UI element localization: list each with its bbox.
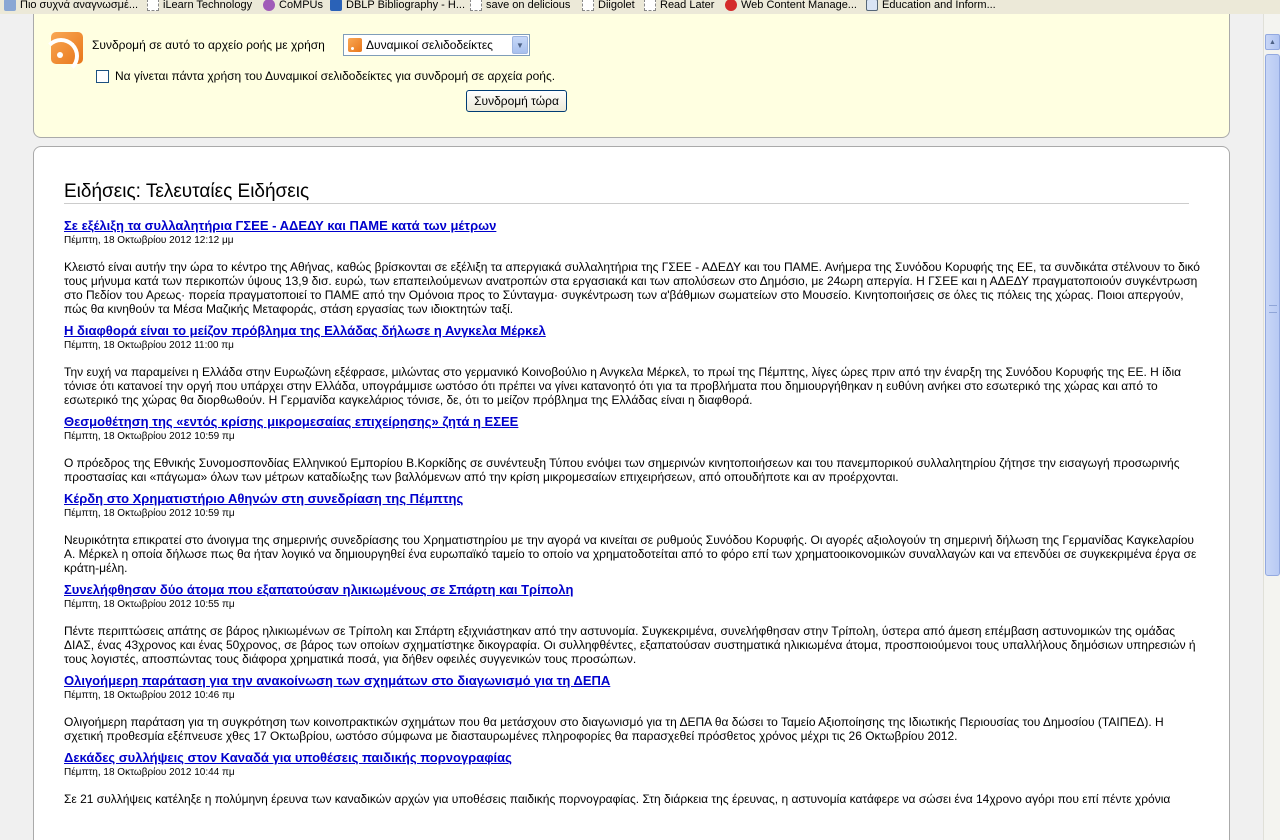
vertical-scrollbar[interactable]: ▲ xyxy=(1263,14,1280,840)
subscribe-label: Συνδρομή σε αυτό το αρχείο ροής με χρήση xyxy=(92,38,325,52)
feed-entry: Συνελήφθησαν δύο άτομα που εξαπατούσαν η… xyxy=(64,582,1204,666)
entry-title-link[interactable]: Δεκάδες συλλήψεις στον Καναδά για υποθέσ… xyxy=(64,750,1204,766)
entry-date: Πέμπτη, 18 Οκτωβρίου 2012 10:44 πμ xyxy=(64,767,235,778)
feed-content: Ειδήσεις: Τελευταίες Ειδήσεις Σε εξέλιξη… xyxy=(33,146,1230,840)
page-icon xyxy=(644,0,656,11)
bookmark-label: Web Content Manage... xyxy=(741,0,857,11)
entry-body: Πέντε περιπτώσεις απάτης σε βάρος ηλικιω… xyxy=(64,624,1196,666)
wcm-icon xyxy=(725,0,737,11)
entry-body: Σε 21 συλλήψεις κατέληξε η πολύμηνη έρευ… xyxy=(64,792,1171,806)
divider xyxy=(64,203,1189,204)
bookmark-delicious[interactable]: save on delicious xyxy=(470,0,570,12)
feed-reader-selected: Δυναμικοί σελιδοδείκτες xyxy=(366,38,493,52)
scroll-up-icon[interactable]: ▲ xyxy=(1265,34,1280,50)
feed-reader-select[interactable]: Δυναμικοί σελιδοδείκτες ▼ xyxy=(343,34,530,56)
entry-date: Πέμπτη, 18 Οκτωβρίου 2012 11:00 πμ xyxy=(64,340,234,351)
entry-date: Πέμπτη, 18 Οκτωβρίου 2012 10:55 πμ xyxy=(64,599,235,610)
subscribe-panel: Συνδρομή σε αυτό το αρχείο ροής με χρήση… xyxy=(33,14,1230,138)
feed-entry: Η διαφθορά είναι το μείζον πρόβλημα της … xyxy=(64,323,1204,407)
bookmark-label: save on delicious xyxy=(486,0,571,11)
chevron-down-icon[interactable]: ▼ xyxy=(512,36,528,54)
entry-body: Νευρικότητα επικρατεί στο άνοιγμα της ση… xyxy=(64,533,1197,575)
bookmark-wcm[interactable]: Web Content Manage... xyxy=(725,0,857,12)
bookmark-read-later[interactable]: Read Later xyxy=(644,0,714,12)
entry-title-link[interactable]: Κέρδη στο Χρηματιστήριο Αθηνών στη συνεδ… xyxy=(64,491,1204,507)
entry-date: Πέμπτη, 18 Οκτωβρίου 2012 10:59 πμ xyxy=(64,508,235,519)
entry-body: Ολιγοήμερη παράταση για τη συγκρότηση τω… xyxy=(64,715,1164,743)
bookmark-label: Read Later xyxy=(660,0,715,11)
feed-entry: Θεσμοθέτηση της «εντός κρίσης μικρομεσαί… xyxy=(64,414,1204,484)
bookmark-most-visited[interactable]: Πιο συχνά αναγνωσμέ... xyxy=(4,0,138,12)
page-icon xyxy=(582,0,594,11)
bookmark-ilearn[interactable]: iLearn Technology xyxy=(147,0,252,12)
bookmark-label: Diigolet xyxy=(598,0,635,11)
entry-body: Την ευχή να παραμείνει η Ελλάδα στην Ευρ… xyxy=(64,365,1182,407)
entry-title-link[interactable]: Συνελήφθησαν δύο άτομα που εξαπατούσαν η… xyxy=(64,582,1204,598)
feed-entry: Κέρδη στο Χρηματιστήριο Αθηνών στη συνεδ… xyxy=(64,491,1204,575)
folder-icon xyxy=(4,0,16,11)
entry-title-link[interactable]: Σε εξέλιξη τα συλλαλητήρια ΓΣΕΕ - ΑΔΕΔΥ … xyxy=(64,218,1204,234)
entry-date: Πέμπτη, 18 Οκτωβρίου 2012 12:12 μμ xyxy=(64,235,234,246)
feed-entry: Ολιγοήμερη παράταση για την ανακοίνωση τ… xyxy=(64,673,1204,743)
subscribe-now-button[interactable]: Συνδρομή τώρα xyxy=(466,90,567,112)
bookmark-diigolet[interactable]: Diigolet xyxy=(582,0,635,12)
bookmark-education[interactable]: Education and Inform... xyxy=(866,0,996,12)
entry-date: Πέμπτη, 18 Οκτωβρίου 2012 10:59 πμ xyxy=(64,431,235,442)
entry-title-link[interactable]: Η διαφθορά είναι το μείζον πρόβλημα της … xyxy=(64,323,1204,339)
document-icon xyxy=(866,0,878,11)
bookmarks-toolbar: Πιο συχνά αναγνωσμέ... iLearn Technology… xyxy=(0,0,1280,14)
feed-entries: Σε εξέλιξη τα συλλαλητήρια ΓΣΕΕ - ΑΔΕΔΥ … xyxy=(64,218,1204,813)
bookmark-label: DBLP Bibliography - H... xyxy=(346,0,466,11)
rss-small-icon xyxy=(348,38,362,52)
bookmark-label: iLearn Technology xyxy=(163,0,253,11)
rss-feed-icon xyxy=(51,32,83,64)
entry-title-link[interactable]: Ολιγοήμερη παράταση για την ανακοίνωση τ… xyxy=(64,673,1204,689)
page-icon xyxy=(470,0,482,11)
bookmark-dblp[interactable]: DBLP Bibliography - H... xyxy=(330,0,465,12)
bookmark-compus[interactable]: CoMPUs xyxy=(263,0,323,12)
page-icon xyxy=(147,0,159,11)
page-viewport: Συνδρομή σε αυτό το αρχείο ροής με χρήση… xyxy=(0,14,1263,840)
entry-body: Κλειστό είναι αυτήν την ώρα το κέντρο τη… xyxy=(64,260,1200,316)
bookmark-label: CoMPUs xyxy=(279,0,324,11)
entry-body: Ο πρόεδρος της Εθνικής Συνομοσπονδίας Ελ… xyxy=(64,456,1180,484)
bookmark-label: Πιο συχνά αναγνωσμέ... xyxy=(20,0,139,11)
scrollbar-thumb[interactable] xyxy=(1265,54,1280,576)
always-use-label: Να γίνεται πάντα χρήση του Δυναμικοί σελ… xyxy=(115,69,556,83)
dblp-icon xyxy=(330,0,342,11)
feed-title: Ειδήσεις: Τελευταίες Ειδήσεις xyxy=(64,181,310,202)
entry-title-link[interactable]: Θεσμοθέτηση της «εντός κρίσης μικρομεσαί… xyxy=(64,414,1204,430)
always-use-checkbox[interactable] xyxy=(96,69,109,83)
entry-date: Πέμπτη, 18 Οκτωβρίου 2012 10:46 πμ xyxy=(64,690,235,701)
compus-icon xyxy=(263,0,275,11)
feed-entry: Δεκάδες συλλήψεις στον Καναδά για υποθέσ… xyxy=(64,750,1204,806)
always-use-row: Να γίνεται πάντα χρήση του Δυναμικοί σελ… xyxy=(96,69,555,83)
feed-entry: Σε εξέλιξη τα συλλαλητήρια ΓΣΕΕ - ΑΔΕΔΥ … xyxy=(64,218,1204,316)
grip-icon xyxy=(1269,305,1277,313)
bookmark-label: Education and Inform... xyxy=(882,0,996,11)
